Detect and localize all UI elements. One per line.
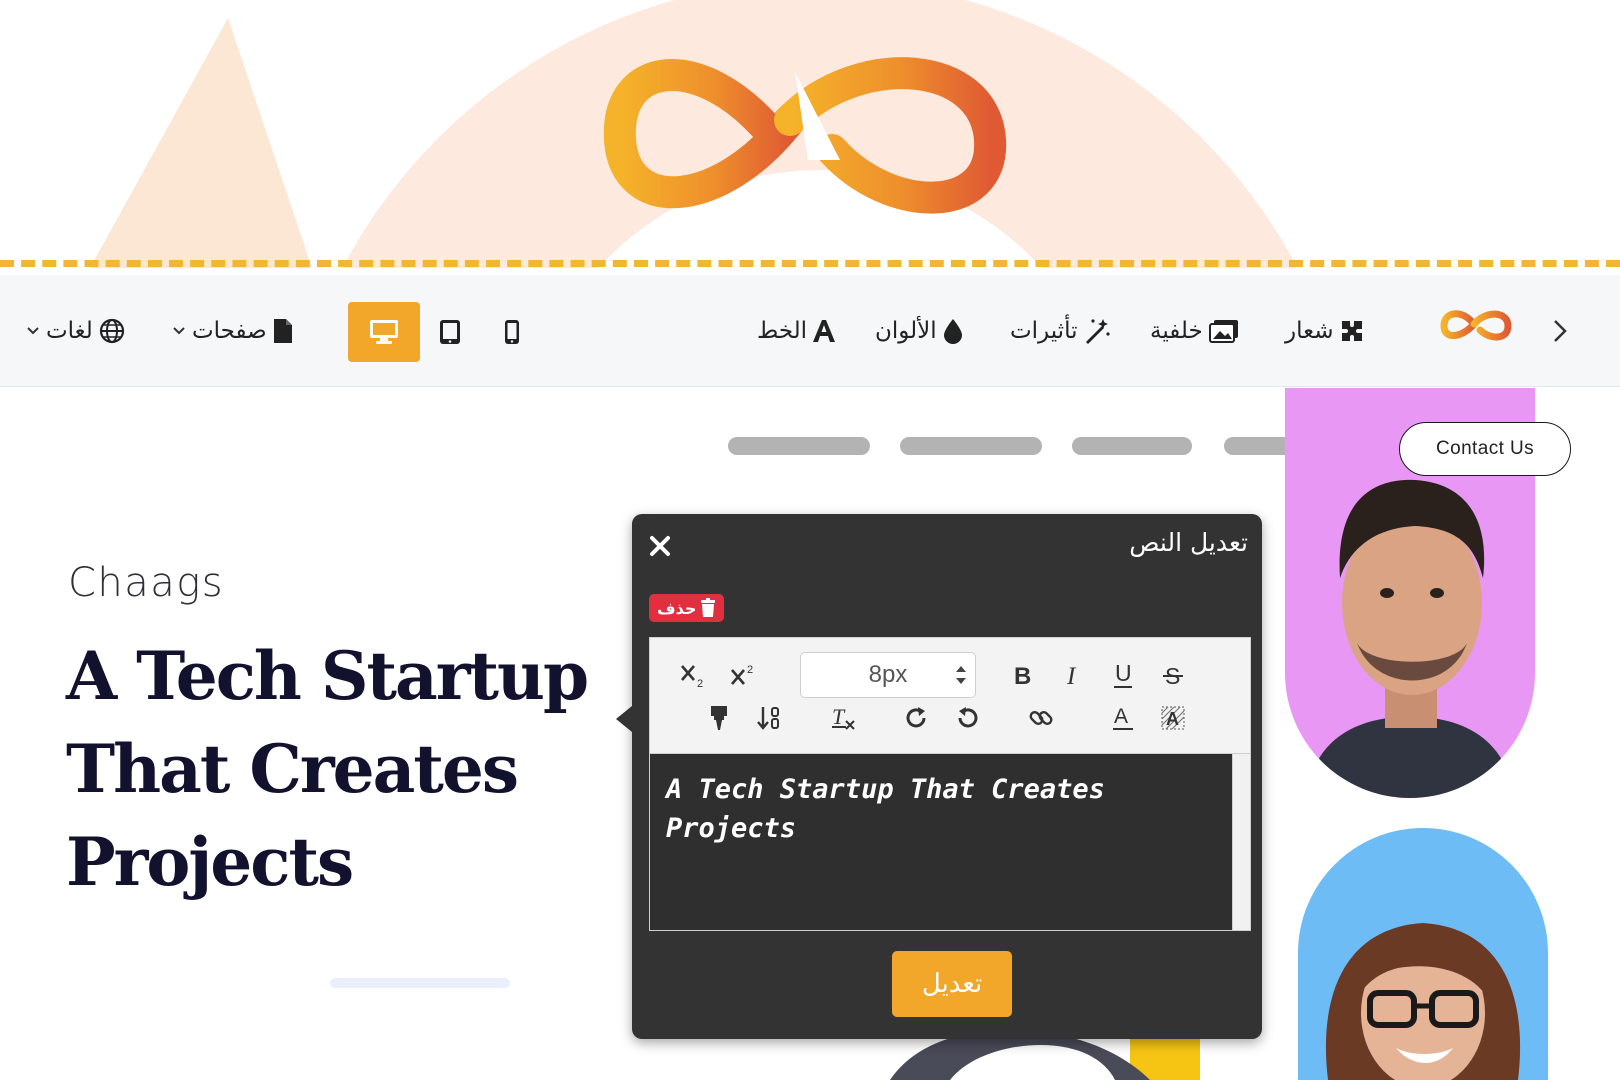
dialog-close-button[interactable]: [646, 532, 674, 560]
promo-banner: [0, 0, 1620, 268]
contact-us-button[interactable]: Contact Us: [1399, 422, 1571, 476]
bold-button[interactable]: B: [1006, 658, 1040, 692]
chevron-right-icon: [1554, 320, 1567, 342]
puzzle-icon: [1342, 321, 1363, 341]
highlight-icon: A: [1161, 706, 1185, 730]
team-photo-woman: [1298, 828, 1548, 1080]
sort-icon: [757, 707, 779, 730]
site-nav-link[interactable]: [900, 437, 1042, 455]
globe-icon: [99, 318, 124, 344]
link-icon: [1029, 711, 1053, 725]
pages-dropdown[interactable]: صفحات: [172, 275, 293, 387]
toolbar-item-background[interactable]: خلفية: [1150, 275, 1239, 387]
toolbar-nav-button[interactable]: [1540, 275, 1580, 387]
clear-format-icon: T: [832, 705, 855, 730]
device-mobile-button[interactable]: [482, 302, 542, 362]
chevron-down-icon: [173, 327, 185, 335]
editor-content[interactable]: A Tech Startup That Creates Projects: [666, 770, 1206, 848]
chevron-down-icon: [27, 327, 39, 335]
format-painter-button[interactable]: [702, 701, 736, 735]
desktop-icon: [370, 320, 398, 344]
text-color-icon: A: [1113, 705, 1133, 730]
italic-icon: I: [1066, 663, 1077, 687]
languages-dropdown[interactable]: لغات: [26, 275, 125, 387]
toolbar-item-logo[interactable]: شعار: [1285, 275, 1365, 387]
brand-name: Chaags: [68, 560, 225, 606]
toolbar-item-colors-label: الألوان: [875, 318, 937, 344]
undo-button[interactable]: [950, 701, 984, 735]
text-editor-area[interactable]: A Tech Startup That Creates Projects: [649, 754, 1251, 931]
underline-button[interactable]: U: [1106, 658, 1140, 692]
svg-text:2: 2: [697, 678, 703, 688]
close-icon: [650, 536, 670, 556]
svg-text:T: T: [832, 705, 846, 729]
bold-icon: B: [1014, 663, 1031, 687]
banner-background-shapes: [90, 0, 1298, 268]
svg-text:A: A: [1114, 705, 1128, 728]
redo-icon: [906, 707, 926, 728]
svg-text:B: B: [1014, 663, 1031, 687]
editor-scrollbar[interactable]: [1232, 754, 1250, 930]
file-icon: [273, 319, 292, 343]
toolbar-item-font[interactable]: الخط: [757, 275, 836, 387]
link-button[interactable]: [1024, 701, 1058, 735]
toolbar-item-font-label: الخط: [757, 318, 808, 344]
toolbar-item-logo-label: شعار: [1285, 318, 1334, 344]
image-icon: [1208, 320, 1238, 343]
underline-icon: U: [1114, 661, 1132, 688]
hero-headline[interactable]: A Tech Startup That Creates Projects: [66, 630, 646, 909]
mobile-icon: [505, 320, 519, 344]
subscript-icon: 2: [681, 665, 703, 688]
faded-subtext: [330, 978, 510, 988]
svg-text:I: I: [1066, 663, 1077, 687]
banner-divider: [0, 260, 1620, 267]
site-nav-link[interactable]: [728, 437, 870, 455]
toolbar-item-effects[interactable]: تأثيرات: [1010, 275, 1111, 387]
strikethrough-button[interactable]: S: [1156, 658, 1190, 692]
trash-icon: [701, 598, 716, 617]
redo-button[interactable]: [900, 701, 934, 735]
toolbar-item-background-label: خلفية: [1150, 318, 1203, 344]
toolbar-item-effects-label: تأثيرات: [1010, 318, 1078, 344]
device-tablet-button[interactable]: [420, 302, 480, 362]
svg-text:U: U: [1115, 661, 1132, 686]
dialog-pointer: [616, 706, 632, 732]
clear-format-button[interactable]: T: [826, 701, 860, 735]
superscript-button[interactable]: 2: [728, 658, 762, 692]
editor-toolbar: شعار خلفية تأثيرات الألوان الخط لغات صفح…: [0, 275, 1620, 387]
undo-icon: [958, 707, 978, 728]
line-height-button[interactable]: [752, 701, 786, 735]
magic-wand-icon: [1086, 319, 1111, 344]
strikethrough-icon: S: [1163, 663, 1183, 687]
font-size-select[interactable]: 8px: [800, 652, 976, 698]
svg-text:2: 2: [747, 664, 753, 676]
droplet-icon: [943, 319, 962, 344]
text-color-button[interactable]: A: [1106, 701, 1140, 735]
text-edit-dialog: تعديل النص حذف 2 2 8px B I U S: [616, 514, 1262, 1039]
subscript-button[interactable]: 2: [678, 658, 712, 692]
highlight-color-button[interactable]: A: [1156, 701, 1190, 735]
italic-button[interactable]: I: [1056, 658, 1090, 692]
tablet-icon: [440, 320, 460, 344]
font-icon: [813, 320, 836, 342]
delete-label: حذف: [657, 598, 697, 618]
spinner-arrows-icon: [956, 666, 966, 684]
paintbrush-icon: [711, 706, 727, 730]
languages-label: لغات: [46, 318, 93, 344]
dialog-title: تعديل النص: [1129, 528, 1248, 557]
submit-edit-button[interactable]: تعديل: [892, 951, 1012, 1017]
svg-text:A: A: [1166, 709, 1179, 729]
site-nav-link[interactable]: [1072, 437, 1192, 455]
pages-label: صفحات: [192, 318, 267, 344]
toolbar-logo[interactable]: [1436, 304, 1516, 348]
font-size-value: 8px: [868, 661, 908, 688]
toolbar-item-colors[interactable]: الألوان: [875, 275, 963, 387]
delete-button[interactable]: حذف: [649, 594, 725, 622]
device-desktop-button[interactable]: [348, 302, 420, 362]
rich-text-toolbar: 2 2 8px B I U S T: [649, 637, 1251, 754]
superscript-icon: 2: [731, 664, 753, 685]
